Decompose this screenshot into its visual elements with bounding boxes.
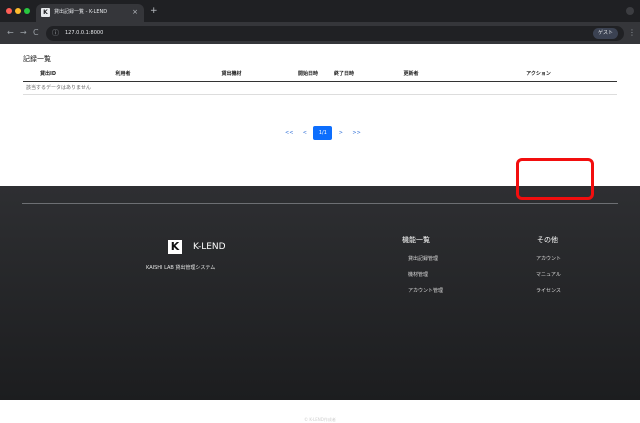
k-lend-logo-icon: K: [168, 240, 182, 254]
page: 記録一覧 貸出ID 利用者 貸出機材 開始日時 終了日時 更新者 アクション 該…: [0, 44, 640, 422]
footer-link-account[interactable]: アカウント: [536, 255, 561, 263]
forward-icon[interactable]: →: [20, 27, 27, 39]
footer-divider: [22, 203, 618, 204]
site-info-icon[interactable]: ⓘ: [52, 28, 59, 39]
footer-link-loan-records[interactable]: 貸出記録管理: [408, 255, 438, 263]
prev-page-button[interactable]: <: [299, 126, 310, 140]
column-header-end[interactable]: 終了日時: [326, 67, 362, 82]
guest-profile-button[interactable]: ゲスト: [592, 28, 618, 39]
records-table: 貸出ID 利用者 貸出機材 開始日時 終了日時 更新者 アクション 該当するデー…: [23, 67, 617, 95]
browser-tab-strip: K 貸出記録一覧 - K-LEND × +: [0, 0, 640, 22]
current-page-button[interactable]: 1/1: [313, 126, 333, 140]
browser-toolbar: ← → C ⓘ 127.0.0.1:8000 ゲスト ⋮: [0, 22, 640, 44]
browser-menu-icon[interactable]: ⋮: [628, 27, 636, 39]
column-header-updater[interactable]: 更新者: [362, 67, 460, 82]
brand-name: K-LEND: [193, 242, 226, 252]
column-header-action: アクション: [460, 67, 617, 82]
highlight-box: [516, 158, 594, 200]
column-header-equipment[interactable]: 貸出機材: [173, 67, 290, 82]
footer-link-license[interactable]: ライセンス: [536, 287, 561, 295]
close-window-icon[interactable]: [6, 8, 12, 14]
pagination: << < 1/1 > >>: [282, 126, 364, 140]
close-tab-icon[interactable]: ×: [132, 7, 138, 17]
address-bar[interactable]: ⓘ 127.0.0.1:8000 ゲスト: [46, 26, 624, 41]
url-text[interactable]: 127.0.0.1:8000: [65, 28, 103, 39]
functions-heading: 機能一覧: [402, 236, 430, 244]
footer-link-manual[interactable]: マニュアル: [536, 271, 561, 279]
logo-letter: K: [170, 240, 180, 253]
footer-link-equipment[interactable]: 機材管理: [408, 271, 428, 279]
column-header-loan-id[interactable]: 貸出ID: [23, 67, 73, 82]
column-header-start[interactable]: 開始日時: [290, 67, 326, 82]
maximize-window-icon[interactable]: [24, 8, 30, 14]
new-tab-icon[interactable]: +: [150, 5, 158, 17]
table-header-row: 貸出ID 利用者 貸出機材 開始日時 終了日時 更新者 アクション: [23, 67, 617, 82]
footer: K K-LEND KAISHI LAB 貸出管理システム 機能一覧 貸出記録管理…: [0, 186, 640, 422]
back-icon[interactable]: ←: [7, 27, 14, 39]
page-title: 記録一覧: [23, 55, 51, 63]
empty-message: 該当するデータはありません: [23, 81, 617, 95]
tab-title: 貸出記録一覧 - K-LEND: [54, 9, 108, 15]
minimize-window-icon[interactable]: [15, 8, 21, 14]
first-page-button[interactable]: <<: [282, 126, 296, 140]
column-header-user[interactable]: 利用者: [73, 67, 173, 82]
next-page-button[interactable]: >: [335, 126, 346, 140]
other-heading: その他: [537, 236, 558, 244]
table-row: 該当するデータはありません: [23, 81, 617, 95]
window-menu-icon[interactable]: [626, 7, 634, 15]
reload-icon[interactable]: C: [33, 27, 39, 39]
brand-subtitle: KAISHI LAB 貸出管理システム: [146, 265, 216, 271]
browser-tab[interactable]: K 貸出記録一覧 - K-LEND ×: [36, 4, 144, 22]
copyright: © K-LEND作成者: [304, 417, 336, 422]
last-page-button[interactable]: >>: [349, 126, 363, 140]
favicon-icon: K: [41, 8, 50, 17]
footer-link-accounts[interactable]: アカウント管理: [408, 287, 443, 295]
